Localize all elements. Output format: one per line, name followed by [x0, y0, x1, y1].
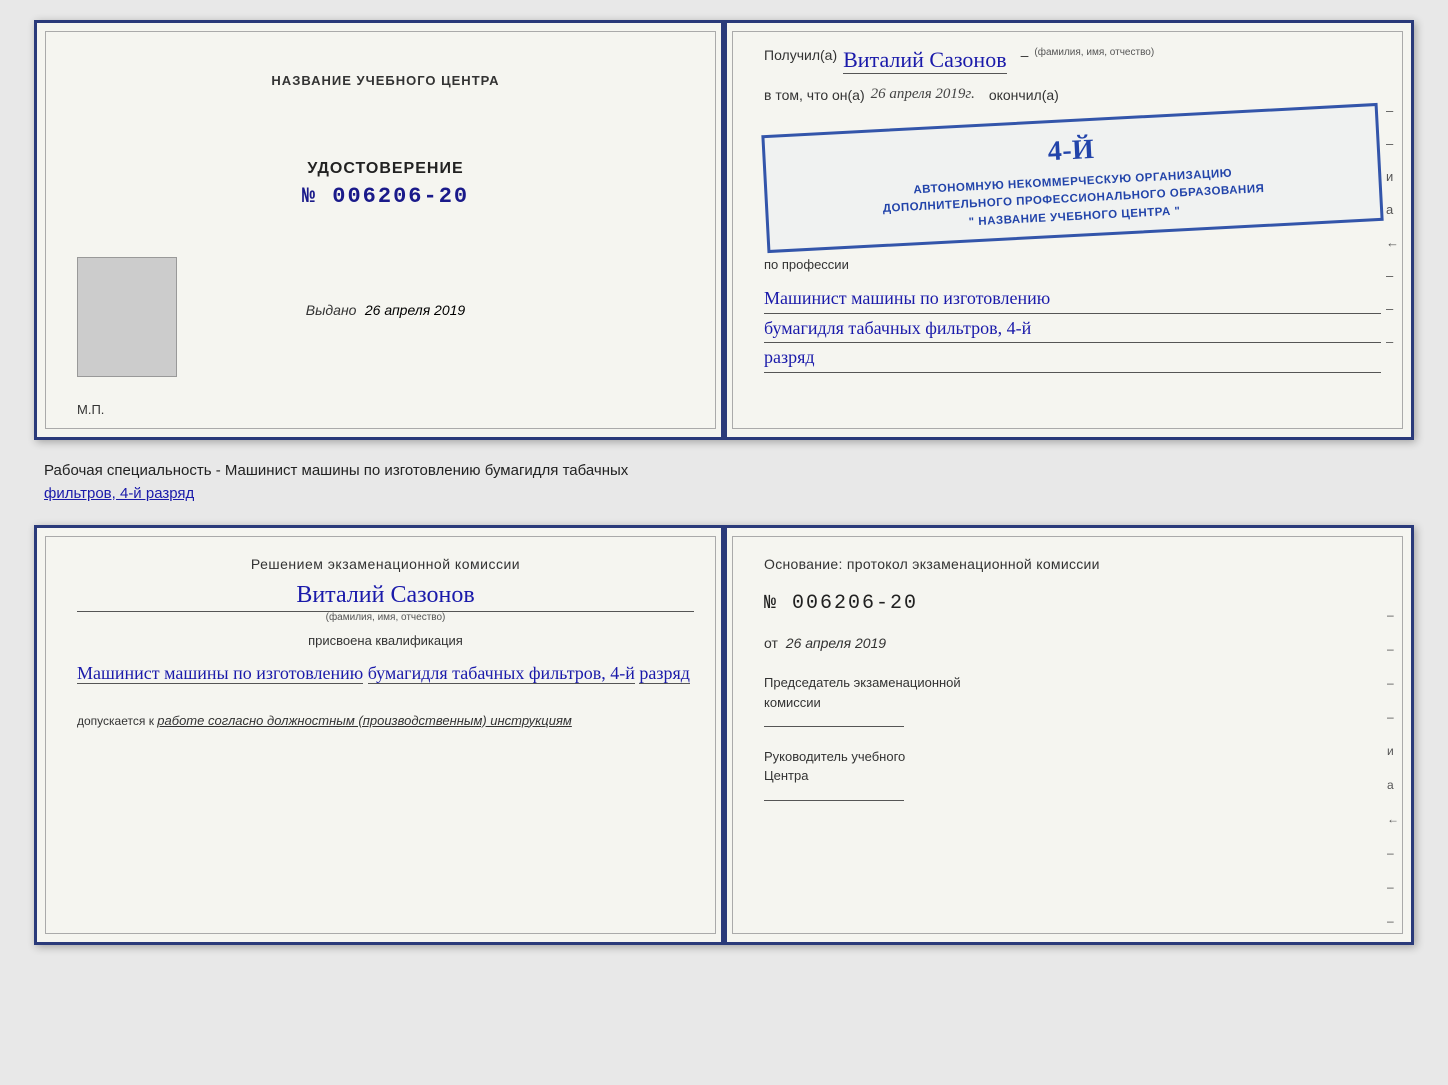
po-professii-label: по профессии	[764, 257, 1381, 272]
osnovanie-text: Основание: протокол экзаменационной коми…	[764, 556, 1381, 572]
vydano-block: Выдано 26 апреля 2019	[306, 302, 465, 320]
bottom-cert-left-page: Решением экзаменационной комиссии Витали…	[37, 528, 724, 942]
bottom-recipient-name: Виталий Сазонов	[77, 582, 694, 612]
ot-date: 26 апреля 2019	[786, 635, 886, 651]
completion-date: 26 апреля 2019г.	[871, 86, 975, 103]
ot-date-block: от 26 апреля 2019	[764, 635, 1381, 651]
ot-label: от	[764, 635, 778, 651]
qualification-line1: Машинист машины по изготовлению	[77, 663, 363, 684]
bottom-certificate-book: Решением экзаменационной комиссии Витали…	[34, 525, 1414, 945]
poluchil-label: Получил(а)	[764, 47, 837, 63]
dopuskaetsya-italic: работе согласно должностным (производств…	[157, 713, 572, 728]
right-marks-bottom: – – – – и а ← – – –	[1387, 608, 1399, 928]
right-side-marks: – – и а ← – – –	[1386, 103, 1399, 349]
vydano-label: Выдано	[306, 302, 357, 318]
poluchil-dash: –	[1021, 47, 1029, 63]
predsedatel-line2: комиссии	[764, 693, 1381, 713]
qualification-line3: разряд	[639, 663, 690, 684]
rukovoditel-block: Руководитель учебного Центра	[764, 747, 1381, 807]
profession-line2: бумагидля табачных фильтров, 4-й	[764, 314, 1381, 344]
stamp-block: 4-й АВТОНОМНУЮ НЕКОММЕРЧЕСКУЮ ОРГАНИЗАЦИ…	[761, 103, 1383, 253]
okonchil-label: окончил(а)	[989, 87, 1059, 103]
protocol-number: № 006206-20	[764, 592, 1381, 615]
profession-block: Машинист машины по изготовлению бумагидл…	[764, 284, 1381, 373]
poluchil-line: Получил(а) Виталий Сазонов – (фамилия, и…	[764, 47, 1381, 74]
quote-close: "	[1174, 205, 1181, 217]
v-tom-line: в том, что он(а) 26 апреля 2019г. окончи…	[764, 86, 1381, 103]
bottom-name-block: Виталий Сазонов (фамилия, имя, отчество)	[77, 582, 694, 623]
resheniem-text: Решением экзаменационной комиссии	[77, 556, 694, 572]
udostoverenie-title: УДОСТОВЕРЕНИЕ	[302, 160, 469, 178]
rukovoditel-line2: Центра	[764, 766, 1381, 786]
udostoverenie-number: № 006206-20	[302, 184, 469, 209]
between-text: Рабочая специальность - Машинист машины …	[34, 454, 1414, 511]
bottom-cert-right-page: Основание: протокол экзаменационной коми…	[724, 528, 1411, 942]
v-tom-prefix: в том, что он(а)	[764, 87, 865, 103]
predsedatel-signature-line	[764, 726, 904, 727]
predsedatel-line1: Председатель экзаменационной	[764, 673, 1381, 693]
bottom-qualification-block: Машинист машины по изготовлению бумагидл…	[77, 658, 694, 689]
top-certificate-book: НАЗВАНИЕ УЧЕБНОГО ЦЕНТРА УДОСТОВЕРЕНИЕ №…	[34, 20, 1414, 440]
vydano-date: 26 апреля 2019	[365, 302, 465, 318]
document-container: НАЗВАНИЕ УЧЕБНОГО ЦЕНТРА УДОСТОВЕРЕНИЕ №…	[34, 20, 1414, 945]
photo-placeholder	[77, 257, 177, 377]
dopuskaetsya-prefix: допускается к	[77, 714, 154, 728]
rukovoditel-line1: Руководитель учебного	[764, 747, 1381, 767]
school-name-label: НАЗВАНИЕ УЧЕБНОГО ЦЕНТРА	[271, 73, 499, 88]
profession-line3: разряд	[764, 343, 1381, 373]
qualification-line2: бумагидля табачных фильтров, 4-й	[368, 663, 635, 684]
rukovoditel-signature-line	[764, 800, 904, 801]
prisvoena-text: присвоена квалификация	[77, 633, 694, 648]
profession-line1: Машинист машины по изготовлению	[764, 284, 1381, 314]
top-cert-left-page: НАЗВАНИЕ УЧЕБНОГО ЦЕНТРА УДОСТОВЕРЕНИЕ №…	[37, 23, 724, 437]
quote-open: "	[968, 216, 975, 228]
dopuskaetsya-block: допускается к работе согласно должностны…	[77, 713, 694, 728]
udostoverenie-block: УДОСТОВЕРЕНИЕ № 006206-20	[302, 160, 469, 209]
predsedatel-block: Председатель экзаменационной комиссии	[764, 673, 1381, 733]
fio-hint-top: (фамилия, имя, отчество)	[1034, 47, 1154, 58]
fio-hint-bottom: (фамилия, имя, отчество)	[77, 612, 694, 623]
top-cert-right-page: Получил(а) Виталий Сазонов – (фамилия, и…	[724, 23, 1411, 437]
mp-label: М.П.	[77, 402, 104, 417]
between-underline-text: фильтров, 4-й разряд	[44, 485, 194, 502]
between-main-text: Рабочая специальность - Машинист машины …	[44, 462, 628, 479]
recipient-name: Виталий Сазонов	[843, 47, 1006, 74]
